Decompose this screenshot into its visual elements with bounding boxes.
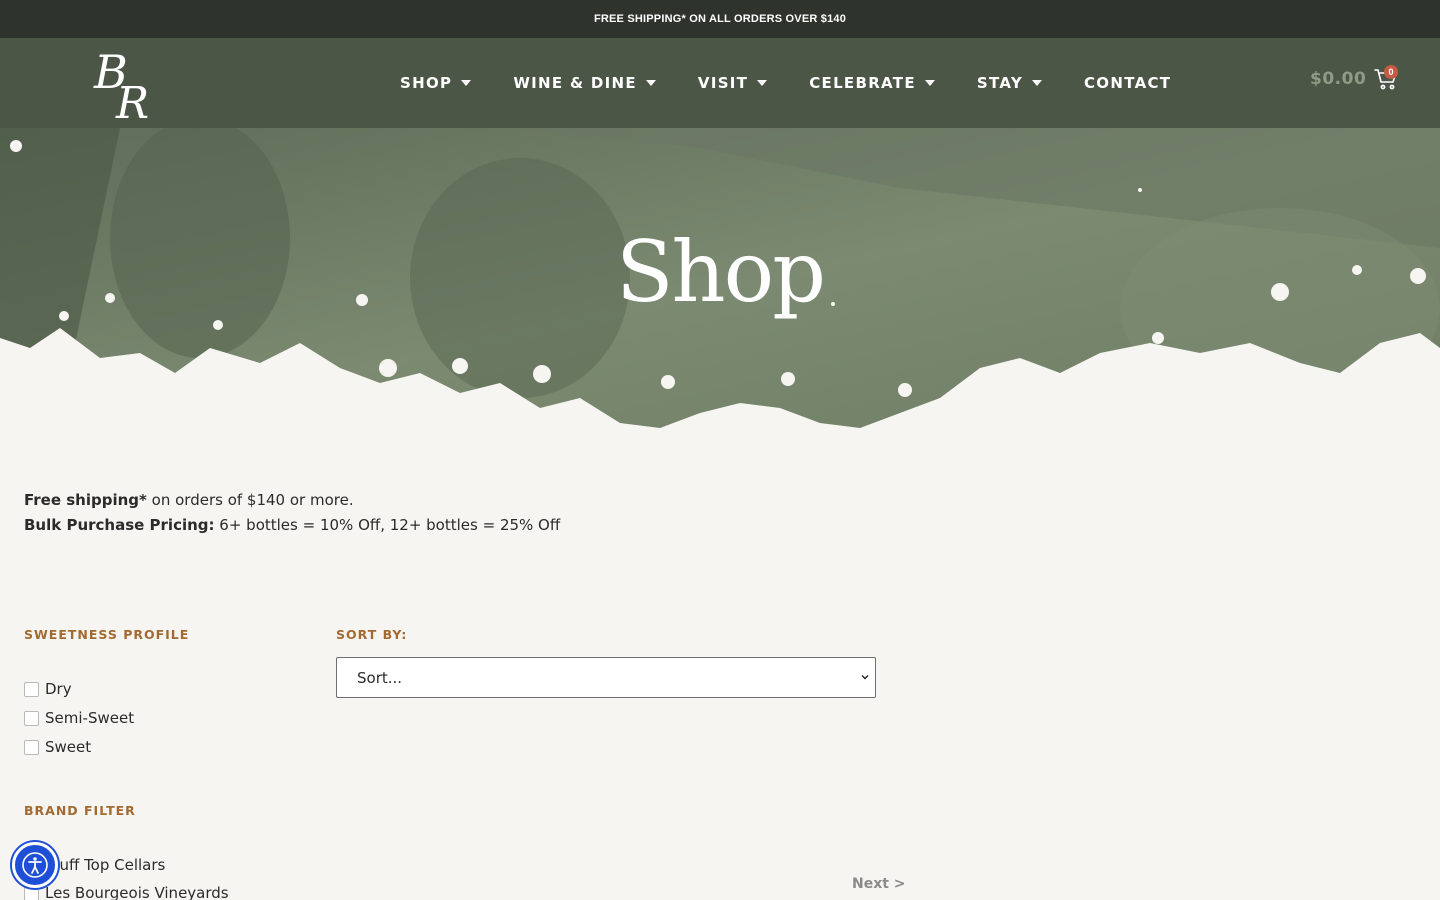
sort-select[interactable]: Sort... <box>336 657 876 698</box>
sweetness-filter-title: SWEETNESS PROFILE <box>24 627 190 642</box>
nav-item-label: SHOP <box>400 74 453 92</box>
site-header: B R SHOP WINE & DINE VISIT CELEBRATE STA… <box>0 38 1440 129</box>
accessibility-icon <box>22 852 48 878</box>
brand-filter-title: BRAND FILTER <box>24 803 136 818</box>
nav-item-label: CELEBRATE <box>809 74 916 92</box>
filter-option-label: Sweet <box>45 738 92 756</box>
nav-item-label: WINE & DINE <box>513 74 637 92</box>
checkbox[interactable] <box>24 710 39 726</box>
nav-item-stay[interactable]: STAY <box>977 74 1042 92</box>
sort-select-value: Sort... <box>357 668 403 687</box>
nav-item-label: CONTACT <box>1084 74 1172 92</box>
accessibility-button[interactable] <box>12 842 58 888</box>
nav-item-visit[interactable]: VISIT <box>697 74 768 92</box>
promo-line-bulk-bold: Bulk Purchase Pricing: <box>24 516 215 534</box>
nav-item-celebrate[interactable]: CELEBRATE <box>809 74 935 92</box>
filter-option-label: Bluff Top Cellars <box>45 856 166 874</box>
filter-option-label: Dry <box>45 680 72 698</box>
filter-option-les-bourgeois[interactable]: Les Bourgeois Vineyards <box>24 884 229 900</box>
next-page-link[interactable]: Next > <box>852 876 906 892</box>
nav-item-label: STAY <box>976 74 1023 92</box>
announcement-text: FREE SHIPPING* ON ALL ORDERS OVER $140 <box>593 13 847 25</box>
page-title: Shop <box>616 223 826 321</box>
announcement-bar: FREE SHIPPING* ON ALL ORDERS OVER $140 <box>0 0 1440 38</box>
cart-count-badge: 0 <box>1384 65 1398 79</box>
filter-option-label: Les Bourgeois Vineyards <box>45 884 229 900</box>
logo-monogram-icon[interactable]: B R <box>92 44 164 129</box>
hero-banner: Shop <box>0 128 1440 448</box>
caret-down-icon <box>757 80 768 86</box>
sort-by-title: SORT BY: <box>336 627 408 642</box>
cart-total: $0.00 <box>1310 69 1367 89</box>
checkbox[interactable] <box>24 739 39 755</box>
caret-down-icon <box>1032 80 1042 86</box>
promo-line-bulk-rest: 6+ bottles = 10% Off, 12+ bottles = 25% … <box>214 516 561 534</box>
filter-option-sweet[interactable]: Sweet <box>24 738 91 756</box>
filter-option-semi-sweet[interactable]: Semi-Sweet <box>24 709 134 727</box>
nav-item-label: VISIT <box>697 74 749 92</box>
nav-item-wine-dine[interactable]: WINE & DINE <box>513 74 656 92</box>
promo-line-shipping: Free shipping* on orders of $140 or more… <box>24 488 560 513</box>
promo-line-shipping-bold: Free shipping* <box>24 491 147 509</box>
nav-item-shop[interactable]: SHOP <box>400 74 472 92</box>
chevron-down-icon <box>861 675 869 680</box>
caret-down-icon <box>461 80 472 86</box>
filter-option-dry[interactable]: Dry <box>24 680 72 698</box>
checkbox[interactable] <box>24 681 39 697</box>
caret-down-icon <box>645 80 656 86</box>
promo-line-bulk: Bulk Purchase Pricing: 6+ bottles = 10% … <box>24 513 560 538</box>
promo-line-shipping-rest: on orders of $140 or more. <box>146 491 354 509</box>
promo-text: Free shipping* on orders of $140 or more… <box>24 488 560 538</box>
filter-option-label: Semi-Sweet <box>45 709 135 727</box>
svg-text:R: R <box>115 78 149 122</box>
nav-item-contact[interactable]: CONTACT <box>1084 74 1171 92</box>
caret-down-icon <box>924 80 935 86</box>
main-nav: SHOP WINE & DINE VISIT CELEBRATE STAY CO… <box>400 38 1213 128</box>
